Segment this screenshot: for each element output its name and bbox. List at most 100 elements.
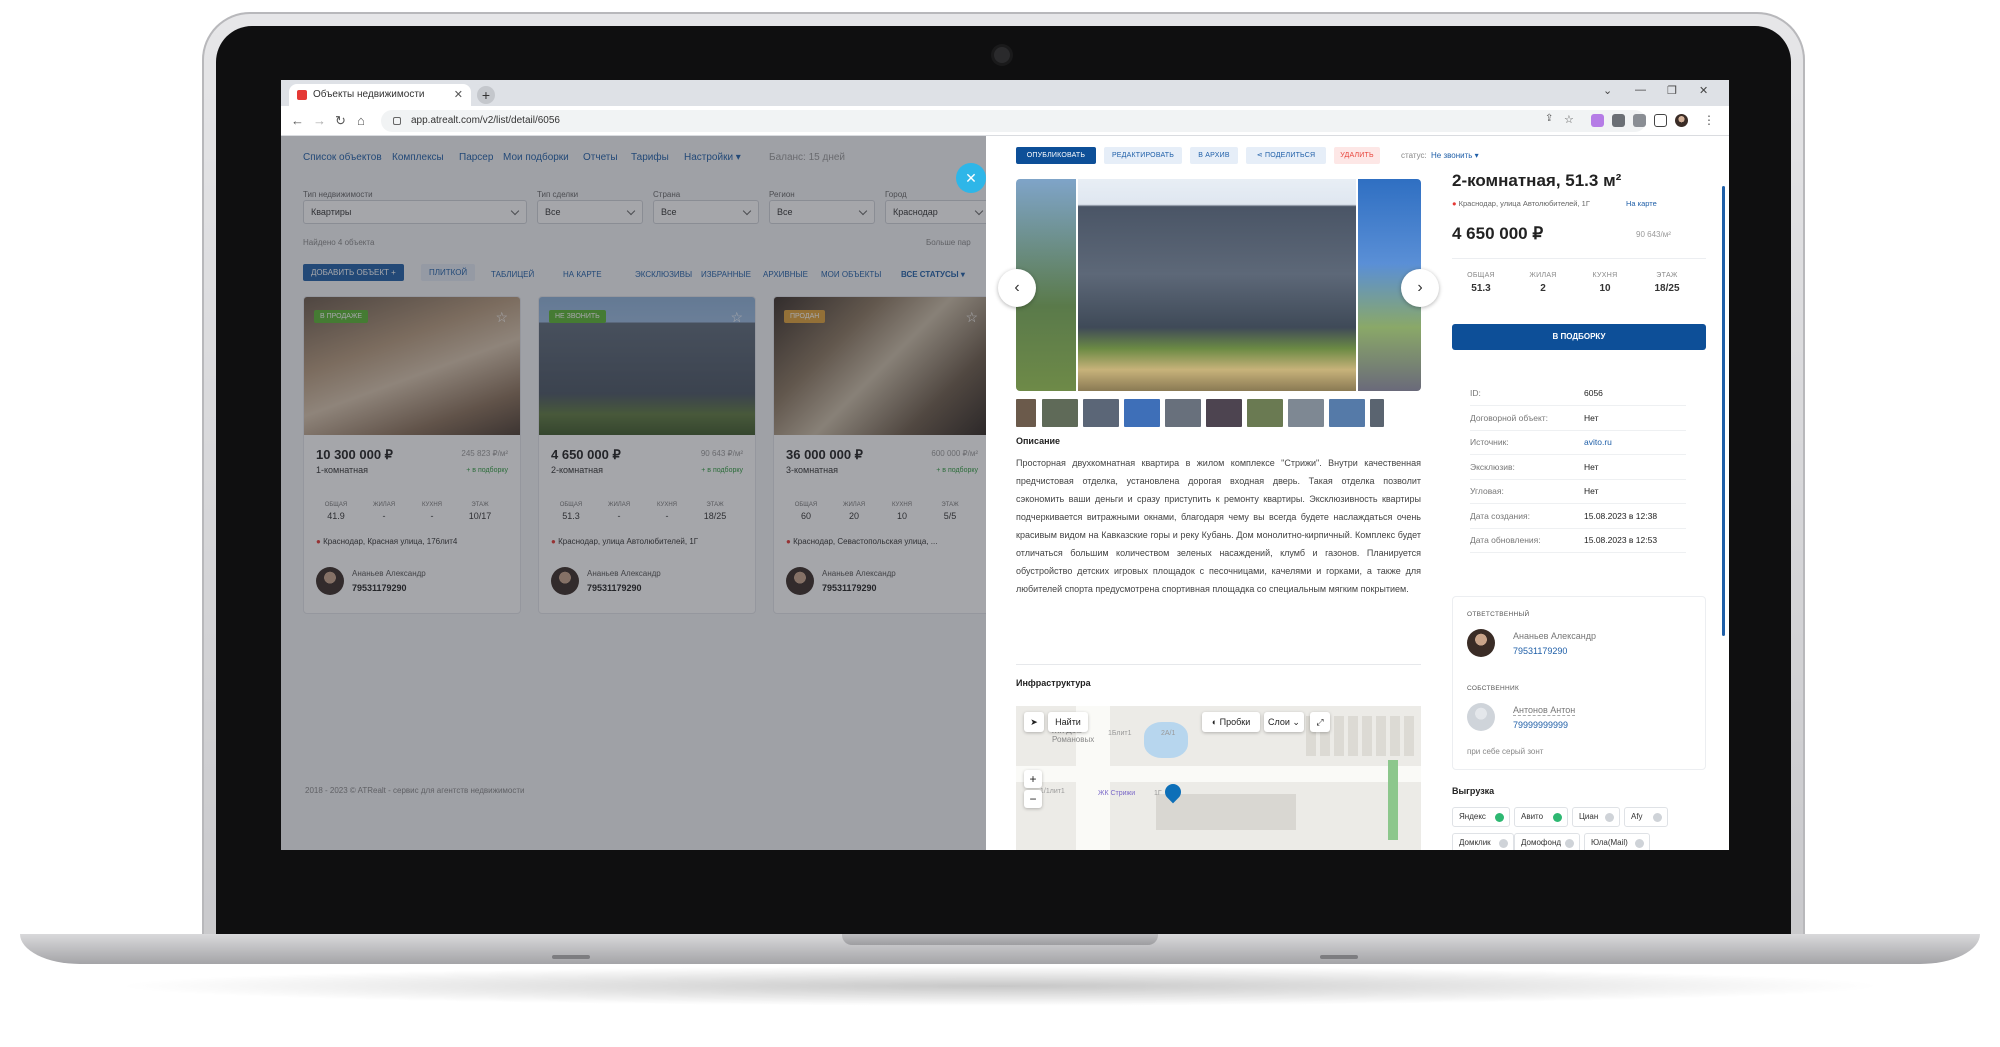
laptop-notch xyxy=(842,934,1158,945)
property-value: Нет xyxy=(1584,486,1599,496)
map-zoom-out-button[interactable]: − xyxy=(1024,790,1042,808)
status-dropdown[interactable]: Не звонить ▾ xyxy=(1431,151,1479,160)
browser-menu-icon[interactable]: ⋮ xyxy=(1703,113,1715,127)
property-value: Нет xyxy=(1584,461,1599,472)
delete-button[interactable]: УДАЛИТЬ xyxy=(1334,147,1380,164)
property-value: 15.08.2023 в 12:38 xyxy=(1584,510,1658,521)
new-tab-button[interactable]: + xyxy=(477,86,495,104)
home-icon[interactable]: ⌂ xyxy=(357,113,365,128)
gallery-next-button[interactable]: › xyxy=(1401,269,1439,307)
object-title: 2-комнатная, 51.3 м² xyxy=(1452,171,1622,190)
status-label: статус: xyxy=(1401,151,1427,160)
owner-name[interactable]: Антонов Антон xyxy=(1513,705,1576,716)
tab-search-icon[interactable]: ⌄ xyxy=(1603,84,1612,97)
map-label: 2А/1 xyxy=(1161,730,1176,737)
map-label: 1Г xyxy=(1154,790,1162,797)
map-find-button[interactable]: Найти xyxy=(1048,712,1088,732)
property-value[interactable]: avito.ru xyxy=(1584,437,1612,447)
archive-button[interactable]: В АРХИВ xyxy=(1190,147,1238,164)
laptop-mockup: Объекты недвижимости ✕ + ⌄ — ❐ ✕ ← → ↻ ⌂… xyxy=(0,0,2000,1047)
forward-icon[interactable]: → xyxy=(313,113,326,128)
divider xyxy=(1016,664,1421,665)
fullscreen-icon[interactable]: ⤢ xyxy=(1310,712,1330,732)
export-chip-label: Домофонд xyxy=(1521,838,1562,847)
on-map-link[interactable]: На карте xyxy=(1626,199,1657,208)
property-row: Договорной объект: Нет xyxy=(1470,407,1686,431)
property-key: Договорной объект: xyxy=(1470,412,1549,423)
map-layers-button[interactable]: Слои ⌄ xyxy=(1264,712,1304,732)
export-chip-label: Циан xyxy=(1579,812,1599,821)
laptop-shadow xyxy=(110,966,1890,1006)
map-lake xyxy=(1144,722,1188,758)
extension-pen-icon[interactable] xyxy=(1591,114,1604,127)
lock-icon xyxy=(393,117,401,125)
close-window-button[interactable]: ✕ xyxy=(1699,84,1708,97)
share-page-icon[interactable]: ⇪ xyxy=(1545,113,1553,124)
stat-floor: ЭТАЖ 18/25 xyxy=(1654,272,1680,294)
export-chip[interactable]: Авито xyxy=(1514,807,1568,827)
maximize-button[interactable]: ❐ xyxy=(1667,84,1677,97)
property-key: Дата создания: xyxy=(1470,510,1530,521)
favicon-icon xyxy=(297,90,307,100)
property-value: 6056 xyxy=(1584,388,1603,398)
laptop-foot xyxy=(1320,955,1358,959)
infrastructure-map[interactable]: ЖК Дом Романовых 1Блит1 2А/1 1/1лит1 ЖК … xyxy=(1016,706,1421,850)
gallery-thumb[interactable] xyxy=(1165,399,1201,427)
property-key: Эксклюзив: xyxy=(1470,461,1515,472)
object-price: 4 650 000 ₽ xyxy=(1452,224,1544,243)
gallery-thumb[interactable] xyxy=(1329,399,1365,427)
extensions-puzzle-icon[interactable] xyxy=(1612,114,1625,127)
gallery-thumb[interactable] xyxy=(1247,399,1283,427)
scrollbar[interactable] xyxy=(1722,186,1725,636)
side-panel-icon[interactable] xyxy=(1654,114,1667,127)
back-icon[interactable]: ← xyxy=(291,113,304,128)
export-chip-label: Afy xyxy=(1631,812,1643,821)
modal-overlay[interactable] xyxy=(281,136,986,850)
inactive-icon xyxy=(1605,813,1614,822)
owner-phone[interactable]: 79999999999 xyxy=(1513,720,1568,730)
export-chip[interactable]: Яндекс xyxy=(1452,807,1510,827)
minimize-button[interactable]: — xyxy=(1635,84,1646,96)
gallery-thumb[interactable] xyxy=(1083,399,1119,427)
map-traffic-button[interactable]: ◐ Пробки xyxy=(1202,712,1260,732)
gallery-prev-button[interactable]: ‹ xyxy=(998,269,1036,307)
profile-avatar[interactable] xyxy=(1675,114,1688,127)
infrastructure-title: Инфраструктура xyxy=(1016,678,1091,688)
avatar xyxy=(1467,629,1495,657)
add-to-selection-button[interactable]: В ПОДБОРКУ xyxy=(1452,324,1706,350)
url-text: app.atrealt.com/v2/list/detail/6056 xyxy=(411,115,560,126)
export-chip[interactable]: Циан xyxy=(1572,807,1620,827)
locate-icon[interactable]: ➤ xyxy=(1024,712,1044,732)
property-value: 15.08.2023 в 12:53 xyxy=(1584,535,1658,545)
edit-button[interactable]: РЕДАКТИРОВАТЬ xyxy=(1104,147,1182,164)
close-panel-button[interactable]: ✕ xyxy=(956,163,986,193)
export-chip[interactable]: Домофонд xyxy=(1514,833,1580,850)
traffic-icon: ◐ xyxy=(1211,717,1220,727)
browser-tab[interactable]: Объекты недвижимости ✕ xyxy=(289,84,471,106)
check-icon xyxy=(1553,813,1562,822)
reading-list-icon[interactable] xyxy=(1633,114,1646,127)
owner-avatar-icon xyxy=(1467,703,1495,731)
export-chip[interactable]: Afy xyxy=(1624,807,1668,827)
gallery-thumb[interactable] xyxy=(1206,399,1242,427)
gallery-thumb[interactable] xyxy=(1288,399,1324,427)
tab-close-icon[interactable]: ✕ xyxy=(454,84,463,106)
gallery-thumb[interactable] xyxy=(1124,399,1160,427)
map-zoom-in-button[interactable]: + xyxy=(1024,770,1042,788)
map-label: 1Блит1 xyxy=(1108,730,1132,737)
export-chip[interactable]: Юла(Mail) xyxy=(1584,833,1650,850)
gallery-thumb[interactable] xyxy=(1370,399,1384,427)
responsible-phone[interactable]: 79531179290 xyxy=(1513,646,1567,656)
reload-icon[interactable]: ↻ xyxy=(335,113,346,129)
photo-gallery[interactable] xyxy=(1016,179,1421,391)
responsible-name: Ананьев Александр xyxy=(1513,631,1596,641)
property-key: ID: xyxy=(1470,388,1481,398)
export-chip[interactable]: Домклик xyxy=(1452,833,1514,850)
gallery-thumb[interactable] xyxy=(1042,399,1078,427)
owner-note: при себе серый зонт xyxy=(1467,747,1544,756)
url-input[interactable]: app.atrealt.com/v2/list/detail/6056 xyxy=(381,110,1646,132)
publish-button[interactable]: ОПУБЛИКОВАТЬ xyxy=(1016,147,1096,164)
share-button[interactable]: ⋖ ПОДЕЛИТЬСЯ xyxy=(1246,147,1326,164)
gallery-thumb[interactable] xyxy=(1016,399,1036,427)
bookmark-star-icon[interactable]: ☆ xyxy=(1564,113,1574,126)
